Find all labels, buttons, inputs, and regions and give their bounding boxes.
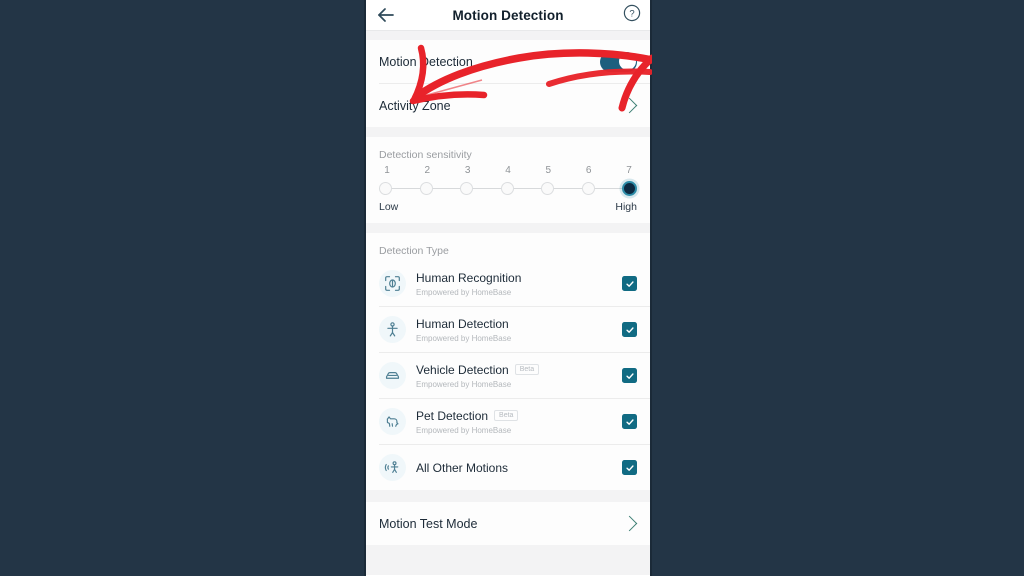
check-icon [625, 280, 634, 287]
detection-row-pet-detection[interactable]: Pet Detection Beta Empowered by HomeBase [366, 399, 650, 444]
slider-stop-3[interactable] [460, 181, 473, 195]
detection-text: Vehicle Detection Beta Empowered by Home… [416, 363, 622, 389]
detection-title-line: All Other Motions [416, 461, 622, 475]
detection-title-line: Human Detection [416, 317, 622, 331]
slider-stop-7-selected[interactable] [622, 180, 637, 196]
detection-checkbox[interactable] [622, 414, 637, 429]
detection-text: All Other Motions [416, 461, 622, 475]
detection-subtitle: Empowered by HomeBase [416, 425, 512, 435]
detection-title: Human Recognition [416, 270, 522, 285]
slider-low-label: Low [379, 201, 399, 213]
motion-test-mode-row[interactable]: Motion Test Mode [366, 502, 650, 545]
motion-detection-toggle[interactable] [600, 51, 637, 72]
face-recognition-icon [379, 270, 406, 297]
detection-title: Vehicle Detection [416, 362, 509, 377]
activity-zone-label: Activity Zone [379, 98, 451, 113]
slider-stop-4[interactable] [500, 181, 514, 195]
toggle-knob [618, 53, 636, 70]
slider-high-label: High [615, 201, 637, 213]
detection-subtitle: Empowered by HomeBase [416, 379, 512, 389]
detection-subtitle: Empowered by HomeBase [416, 287, 512, 297]
detection-title: Human Detection [416, 316, 509, 331]
motion-detection-label: Motion Detection [379, 54, 473, 69]
sensitivity-title: Detection sensitivity [379, 149, 472, 161]
arrow-left-icon [378, 8, 394, 22]
detection-title-line: Human Recognition [416, 271, 622, 285]
section-gap-3 [366, 490, 650, 502]
app-header: Motion Detection ? [366, 0, 650, 30]
question-circle-icon: ? [623, 4, 641, 22]
slider-stops [379, 179, 637, 197]
slider-track[interactable] [379, 179, 637, 197]
detection-row-vehicle-detection[interactable]: Vehicle Detection Beta Empowered by Home… [366, 353, 650, 398]
slider-stop-5[interactable] [541, 181, 554, 195]
section-gap-1 [366, 127, 650, 137]
general-settings-card: Motion Detection Activity Zone [366, 40, 650, 127]
check-icon [625, 326, 634, 333]
detection-checkbox[interactable] [622, 322, 637, 337]
beta-badge: Beta [494, 410, 519, 421]
detection-text: Human Recognition Empowered by HomeBase [416, 271, 622, 297]
check-icon [625, 464, 634, 471]
activity-zone-row[interactable]: Activity Zone [366, 84, 650, 127]
svg-text:?: ? [629, 9, 634, 20]
page-title: Motion Detection [452, 7, 564, 23]
check-icon [625, 372, 634, 379]
tick-label: 5 [545, 165, 552, 176]
person-icon [379, 316, 406, 343]
tick-label: 4 [505, 165, 511, 176]
slider-stop-1[interactable] [379, 181, 392, 195]
back-button[interactable] [376, 5, 396, 25]
motion-test-mode-card: Motion Test Mode [366, 502, 650, 545]
help-button[interactable]: ? [623, 4, 641, 22]
motion-test-mode-label: Motion Test Mode [379, 516, 478, 531]
detection-row-all-other-motions[interactable]: All Other Motions [366, 445, 650, 490]
detection-title-line: Pet Detection Beta [416, 409, 622, 423]
detection-title-line: Vehicle Detection Beta [416, 363, 622, 377]
detection-type-card: Detection Type Human Recognition Empower… [366, 233, 650, 490]
phone-screen: Motion Detection ? Motion Detection Acti… [364, 0, 652, 576]
slider-stop-2[interactable] [419, 181, 433, 195]
detection-title: Pet Detection [416, 408, 489, 423]
detection-checkbox[interactable] [622, 460, 637, 475]
detection-subtitle: Empowered by HomeBase [416, 333, 512, 343]
dog-icon [379, 408, 406, 435]
sensitivity-card: Detection sensitivity 1 2 3 4 5 6 7 Low … [366, 137, 650, 223]
tick-label: 3 [464, 165, 471, 176]
check-icon [625, 418, 634, 425]
tick-label: 7 [626, 165, 632, 176]
detection-checkbox[interactable] [622, 368, 637, 383]
motion-detection-row[interactable]: Motion Detection [366, 40, 650, 83]
detection-title: All Other Motions [416, 460, 509, 475]
chevron-right-icon [621, 97, 638, 114]
tick-label: 1 [384, 165, 390, 176]
sensitivity-tick-labels: 1 2 3 4 5 6 7 [379, 165, 637, 176]
motion-icon [379, 454, 406, 481]
slider-end-labels: Low High [379, 201, 637, 213]
chevron-right-icon [621, 515, 638, 532]
bottom-spacer [366, 545, 650, 575]
detection-checkbox[interactable] [622, 276, 637, 291]
sensitivity-slider[interactable]: 1 2 3 4 5 6 7 Low High [366, 165, 650, 223]
detection-type-title: Detection Type [379, 245, 449, 257]
detection-text: Pet Detection Beta Empowered by HomeBase [416, 409, 622, 435]
beta-badge: Beta [514, 364, 540, 375]
screen-background: Motion Detection ? Motion Detection Acti… [0, 0, 1024, 576]
tick-label: 6 [585, 165, 592, 176]
detection-row-human-detection[interactable]: Human Detection Empowered by HomeBase [366, 307, 650, 352]
spacer-top [366, 31, 650, 40]
tick-label: 2 [424, 165, 431, 176]
slider-stop-6[interactable] [581, 181, 595, 195]
detection-row-human-recognition[interactable]: Human Recognition Empowered by HomeBase [366, 261, 650, 306]
car-icon [379, 362, 406, 389]
section-gap-2 [366, 223, 650, 233]
detection-text: Human Detection Empowered by HomeBase [416, 317, 622, 343]
